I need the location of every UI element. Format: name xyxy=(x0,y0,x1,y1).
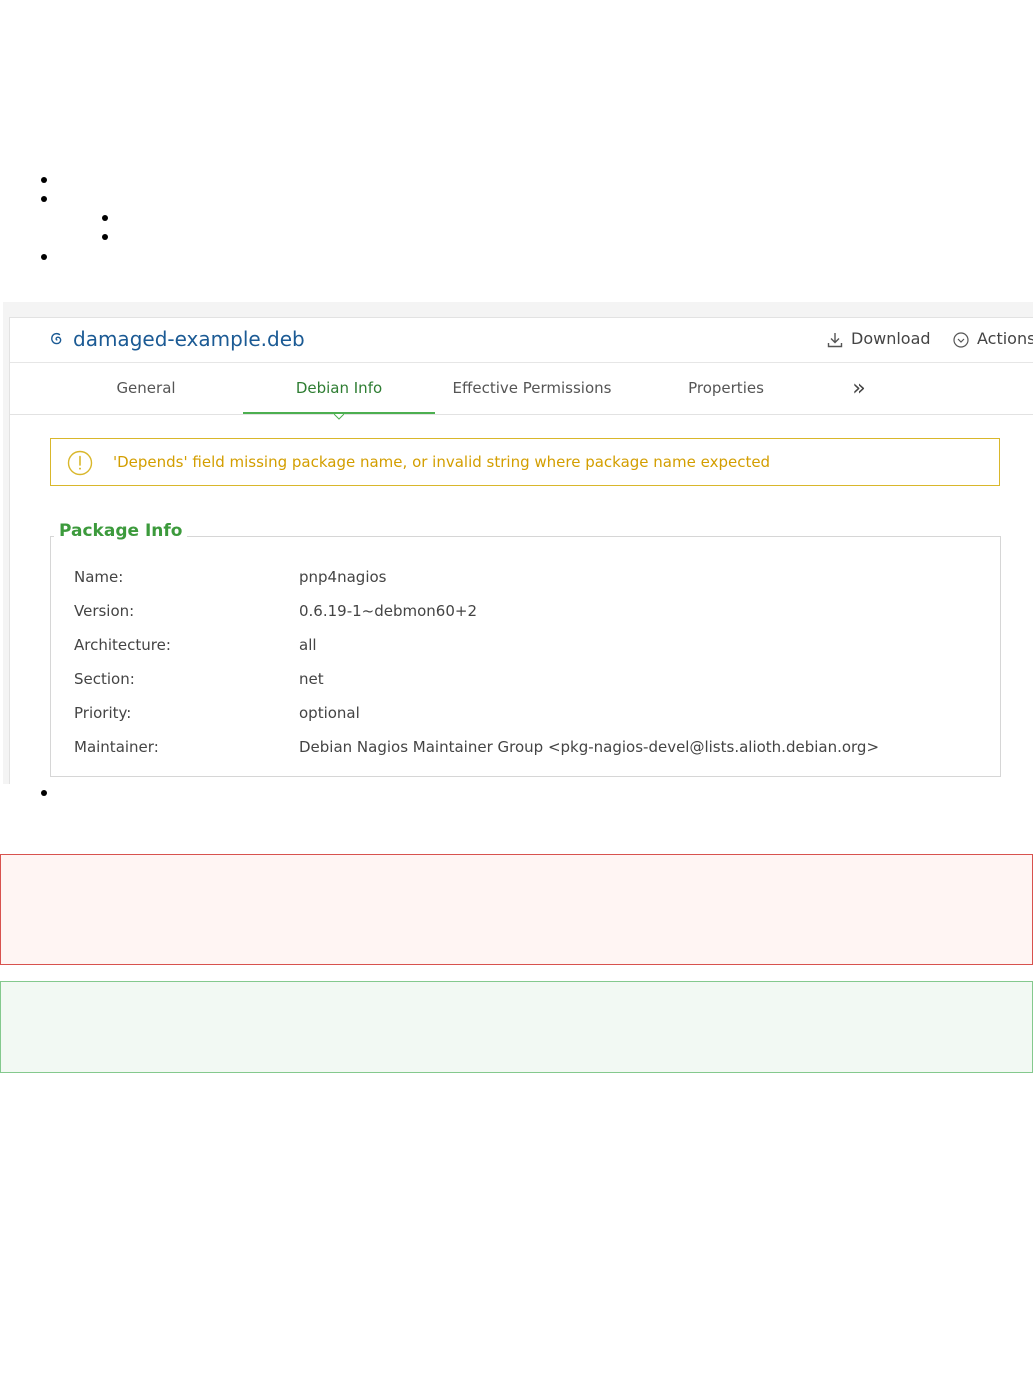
field-label: Name: xyxy=(74,568,124,586)
chevron-circle-down-icon xyxy=(953,332,969,348)
list-bullet xyxy=(41,177,47,183)
actions-menu-button[interactable]: Actions xyxy=(952,329,1033,353)
field-value: 0.6.19-1~debmon60+2 xyxy=(299,602,478,620)
actions-label: Actions xyxy=(977,329,1033,348)
list-bullet xyxy=(102,215,108,221)
field-label: Version: xyxy=(74,602,135,620)
title-bar: damaged-example.deb Download Actions xyxy=(10,318,1033,363)
tab-properties[interactable]: Properties xyxy=(630,363,822,414)
list-bullet xyxy=(41,790,47,796)
artifact-details-panel: damaged-example.deb Download Actions Gen… xyxy=(9,317,1033,784)
tab-general[interactable]: General xyxy=(50,363,242,414)
list-bullet xyxy=(41,196,47,202)
tab-debian-info[interactable]: Debian Info xyxy=(243,363,435,414)
debian-swirl-icon xyxy=(51,332,62,345)
field-value: net xyxy=(299,670,324,688)
tab-label: Properties xyxy=(688,379,764,397)
active-tab-caret-icon xyxy=(334,414,344,420)
download-label: Download xyxy=(851,329,931,348)
package-info-heading: Package Info xyxy=(54,521,188,541)
success-note-box xyxy=(0,981,1033,1073)
screenshot-panel-frame: damaged-example.deb Download Actions Gen… xyxy=(3,302,1033,784)
file-title: damaged-example.deb xyxy=(73,327,305,351)
more-tabs-button[interactable]: » xyxy=(848,363,870,414)
field-value: all xyxy=(299,636,317,654)
field-label: Priority: xyxy=(74,704,132,722)
field-label: Architecture: xyxy=(74,636,171,654)
tab-label: Debian Info xyxy=(295,379,383,397)
error-note-box xyxy=(0,854,1033,965)
warning-message: 'Depends' field missing package name, or… xyxy=(113,453,771,471)
list-bullet xyxy=(102,234,108,240)
tab-bar: General Debian Info Effective Permission… xyxy=(10,363,1033,415)
field-label: Maintainer: xyxy=(74,738,159,756)
field-label: Section: xyxy=(74,670,135,688)
tab-effective-permissions[interactable]: Effective Permissions xyxy=(436,363,628,414)
warning-alert: 'Depends' field missing package name, or… xyxy=(50,438,1000,486)
tab-label: General xyxy=(116,379,176,397)
download-button[interactable]: Download xyxy=(826,329,936,353)
field-value: pnp4nagios xyxy=(299,568,387,586)
exclamation-circle-icon xyxy=(67,450,93,476)
download-icon xyxy=(827,333,843,348)
field-value: optional xyxy=(299,704,360,722)
list-bullet xyxy=(41,254,47,260)
field-value: Debian Nagios Maintainer Group <pkg-nagi… xyxy=(299,738,880,756)
tab-label: Effective Permissions xyxy=(452,379,612,397)
